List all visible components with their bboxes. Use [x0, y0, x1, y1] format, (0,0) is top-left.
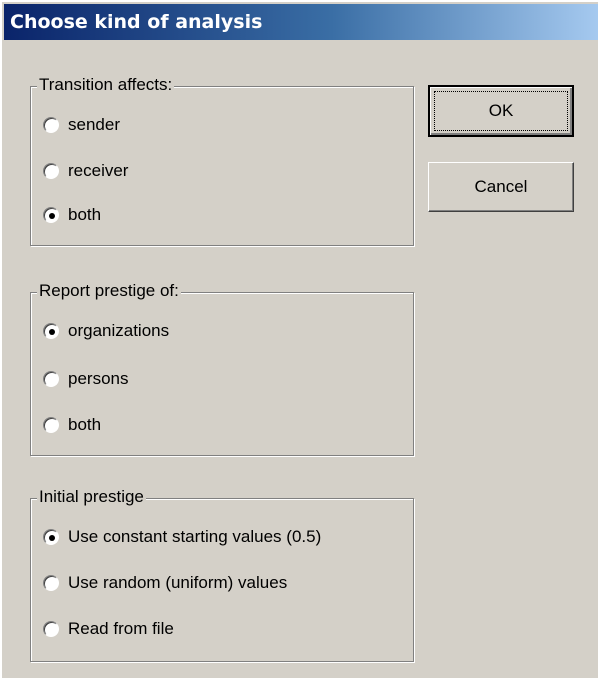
- radio-report-persons[interactable]: persons: [43, 365, 128, 393]
- radio-button-icon[interactable]: [43, 529, 59, 545]
- radio-button-icon[interactable]: [43, 575, 59, 591]
- radio-initial-random[interactable]: Use random (uniform) values: [43, 569, 287, 597]
- radio-button-icon[interactable]: [43, 163, 59, 179]
- radio-transition-both[interactable]: both: [43, 201, 101, 229]
- radio-button-icon[interactable]: [43, 323, 59, 339]
- radio-transition-receiver[interactable]: receiver: [43, 157, 128, 185]
- initial-prestige-group: Initial prestige Use constant starting v…: [30, 486, 414, 662]
- cancel-button[interactable]: Cancel: [428, 162, 574, 212]
- radio-label: both: [68, 415, 102, 434]
- radio-initial-constant[interactable]: Use constant starting values (0.5): [43, 523, 321, 551]
- radio-label: both: [68, 205, 102, 224]
- focus-rectangle: [434, 91, 568, 131]
- radio-initial-file[interactable]: Read from file: [43, 615, 174, 643]
- radio-label: Read from file: [68, 619, 174, 638]
- radio-report-both[interactable]: both: [43, 411, 101, 439]
- ok-button[interactable]: OK: [428, 85, 574, 137]
- report-prestige-legend: Report prestige of:: [37, 280, 181, 302]
- radio-button-icon[interactable]: [43, 207, 59, 223]
- report-prestige-group: Report prestige of: organizations person…: [30, 280, 414, 456]
- radio-label: Use random (uniform) values: [68, 573, 288, 592]
- title-bar: Choose kind of analysis: [4, 4, 598, 40]
- radio-button-icon[interactable]: [43, 417, 59, 433]
- dialog-window: Choose kind of analysis Transition affec…: [0, 0, 598, 678]
- transition-affects-legend: Transition affects:: [37, 74, 175, 96]
- radio-button-icon[interactable]: [43, 117, 59, 133]
- radio-label: sender: [68, 115, 120, 134]
- radio-transition-sender[interactable]: sender: [43, 111, 120, 139]
- transition-affects-group: Transition affects: sender receiver both: [30, 74, 414, 246]
- radio-button-icon[interactable]: [43, 371, 59, 387]
- cancel-button-label: Cancel: [474, 177, 528, 196]
- radio-report-organizations[interactable]: organizations: [43, 317, 169, 345]
- radio-label: Use constant starting values (0.5): [68, 527, 322, 546]
- radio-label: persons: [68, 369, 129, 388]
- radio-label: organizations: [68, 321, 170, 340]
- radio-label: receiver: [68, 161, 129, 180]
- radio-button-icon[interactable]: [43, 621, 59, 637]
- initial-prestige-legend: Initial prestige: [37, 486, 146, 508]
